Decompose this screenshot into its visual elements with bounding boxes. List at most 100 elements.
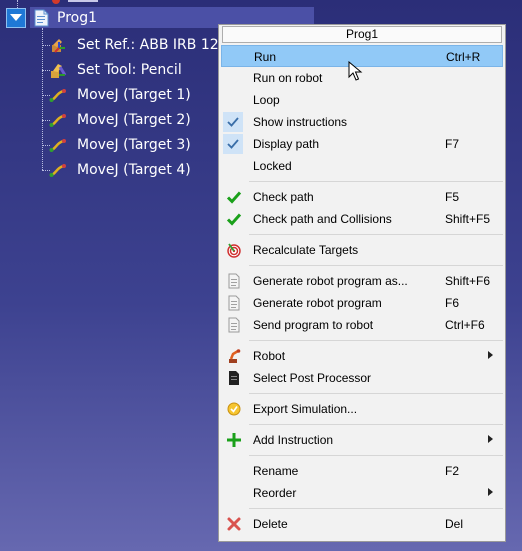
tree-root-label: Prog1 xyxy=(57,10,98,26)
movej-icon xyxy=(49,161,67,179)
delete-icon xyxy=(227,517,241,531)
document-icon xyxy=(228,273,240,289)
menu-item-check-path-collisions[interactable]: Check path and Collisions Shift+F5 xyxy=(221,208,503,230)
menu-item-label: Run xyxy=(254,50,277,64)
menu-item-add-instruction[interactable]: Add Instruction xyxy=(221,429,503,451)
tree-item-label: MoveJ (Target 1) xyxy=(77,87,191,103)
menu-item-label: Generate robot program as... xyxy=(253,274,408,288)
collapse-toggle[interactable] xyxy=(6,8,26,28)
submenu-arrow-icon xyxy=(488,351,493,359)
menu-title: Prog1 xyxy=(222,26,502,43)
menu-item-robot[interactable]: Robot xyxy=(221,345,503,367)
menu-item-recalculate-targets[interactable]: Recalculate Targets xyxy=(221,239,503,261)
menu-item-label: Add Instruction xyxy=(253,433,334,447)
checked-indicator xyxy=(223,112,243,132)
menu-item-label: Recalculate Targets xyxy=(253,243,359,257)
post-processor-icon xyxy=(229,371,239,385)
menu-item-label: Robot xyxy=(253,349,286,363)
menu-separator xyxy=(249,455,503,456)
menu-item-shortcut: F2 xyxy=(445,464,460,478)
menu-item-send-program[interactable]: Send program to robot Ctrl+F6 xyxy=(221,314,503,336)
menu-item-rename[interactable]: Rename F2 xyxy=(221,460,503,482)
menu-item-label: Run on robot xyxy=(253,71,323,85)
menu-item-label: Loop xyxy=(253,93,280,107)
previous-item-fragment xyxy=(52,0,98,4)
menu-item-label: Select Post Processor xyxy=(253,371,372,385)
menu-separator xyxy=(249,508,503,509)
green-check-icon xyxy=(226,213,242,226)
reference-frame-icon xyxy=(49,36,67,54)
green-check-icon xyxy=(226,191,242,204)
checkmark-icon xyxy=(227,139,239,149)
menu-item-display-path[interactable]: Display path F7 xyxy=(221,133,503,155)
menu-item-reorder[interactable]: Reorder xyxy=(221,482,503,504)
menu-item-label: Reorder xyxy=(253,486,297,500)
menu-item-locked[interactable]: Locked xyxy=(221,155,503,177)
menu-item-generate-program-as[interactable]: Generate robot program as... Shift+F6 xyxy=(221,270,503,292)
robot-icon xyxy=(229,349,241,363)
checked-indicator xyxy=(223,134,243,154)
tree-item-label: MoveJ (Target 3) xyxy=(77,137,191,153)
tree-item-label: MoveJ (Target 2) xyxy=(77,112,191,128)
menu-item-label: Delete xyxy=(253,517,288,531)
chevron-down-icon xyxy=(10,14,22,21)
menu-item-label: Show instructions xyxy=(253,115,348,129)
tree-item-movej[interactable]: MoveJ (Target 4) xyxy=(49,159,191,181)
plus-icon xyxy=(227,433,241,447)
context-menu: Prog1 Run Ctrl+R Run on robot Loop Show … xyxy=(218,24,506,542)
tree-item-set-ref[interactable]: Set Ref.: ABB IRB 120 xyxy=(49,34,228,56)
menu-item-shortcut: Ctrl+R xyxy=(446,50,481,64)
menu-separator xyxy=(249,234,503,235)
menu-separator xyxy=(249,340,503,341)
menu-item-label: Rename xyxy=(253,464,299,478)
menu-item-label: Check path xyxy=(253,190,314,204)
tree-item-label: Set Tool: Pencil xyxy=(77,62,182,78)
menu-separator xyxy=(249,393,503,394)
tree-item-label: MoveJ (Target 4) xyxy=(77,162,191,178)
menu-item-shortcut: F5 xyxy=(445,190,460,204)
recalculate-targets-icon xyxy=(227,243,241,258)
menu-item-show-instructions[interactable]: Show instructions xyxy=(221,111,503,133)
tree-connector xyxy=(17,0,18,8)
menu-item-shortcut: Ctrl+F6 xyxy=(445,318,485,332)
tree-item-set-tool[interactable]: Set Tool: Pencil xyxy=(49,59,182,81)
tool-icon xyxy=(49,61,67,79)
menu-separator xyxy=(249,424,503,425)
mouse-cursor-icon xyxy=(348,61,363,81)
movej-icon xyxy=(49,136,67,154)
export-simulation-icon xyxy=(227,402,241,416)
submenu-arrow-icon xyxy=(488,435,493,443)
menu-item-shortcut: F6 xyxy=(445,296,460,310)
submenu-arrow-icon xyxy=(488,488,493,496)
menu-separator xyxy=(249,181,503,182)
program-file-icon xyxy=(32,9,50,27)
document-icon xyxy=(228,295,240,311)
menu-item-shortcut: Shift+F6 xyxy=(445,274,491,288)
menu-item-label: Export Simulation... xyxy=(253,402,358,416)
menu-item-export-simulation[interactable]: Export Simulation... xyxy=(221,398,503,420)
menu-item-generate-program[interactable]: Generate robot program F6 xyxy=(221,292,503,314)
tree-connector xyxy=(42,28,43,170)
menu-item-check-path[interactable]: Check path F5 xyxy=(221,186,503,208)
menu-item-shortcut: F7 xyxy=(445,137,460,151)
tree-item-movej[interactable]: MoveJ (Target 1) xyxy=(49,84,191,106)
checkmark-icon xyxy=(227,117,239,127)
movej-icon xyxy=(49,111,67,129)
menu-item-delete[interactable]: Delete Del xyxy=(221,513,503,535)
menu-item-label: Display path xyxy=(253,137,320,151)
menu-separator xyxy=(249,265,503,266)
menu-item-label: Check path and Collisions xyxy=(253,212,392,226)
menu-item-label: Locked xyxy=(253,159,292,173)
tree-item-movej[interactable]: MoveJ (Target 3) xyxy=(49,134,191,156)
tree-item-label: Set Ref.: ABB IRB 120 xyxy=(77,37,228,53)
tree-root-program[interactable]: Prog1 xyxy=(32,7,97,29)
menu-item-select-post-processor[interactable]: Select Post Processor xyxy=(221,367,503,389)
menu-item-label: Generate robot program xyxy=(253,296,382,310)
menu-item-shortcut: Del xyxy=(445,517,464,531)
menu-item-label: Send program to robot xyxy=(253,318,374,332)
document-icon xyxy=(228,317,240,333)
tree-item-movej[interactable]: MoveJ (Target 2) xyxy=(49,109,191,131)
menu-item-shortcut: Shift+F5 xyxy=(445,212,491,226)
movej-icon xyxy=(49,86,67,104)
menu-item-loop[interactable]: Loop xyxy=(221,89,503,111)
